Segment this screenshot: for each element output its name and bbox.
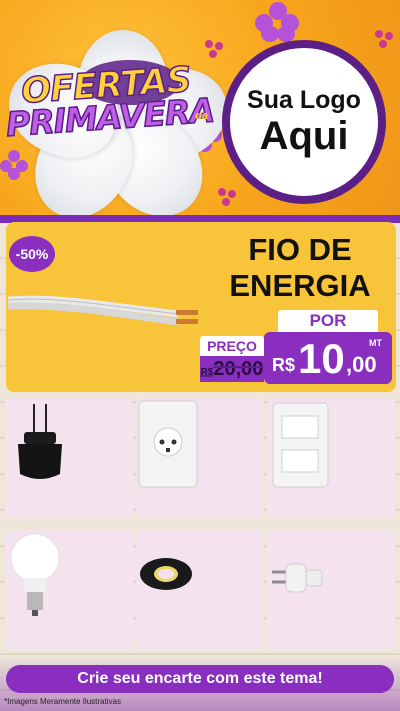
cta-button[interactable]: Crie seu encarte com este tema!	[6, 665, 394, 693]
cable-image	[8, 295, 198, 326]
lamp-socket-image	[18, 404, 62, 479]
featured-currency: R$	[272, 355, 296, 375]
switch-image	[272, 402, 329, 488]
tape-image	[140, 558, 192, 590]
outlet-image	[138, 400, 198, 488]
featured-preco-label: PREÇO	[200, 336, 264, 356]
featured-price-dec: ,00	[346, 352, 377, 377]
featured-price: R$ 10 ,00 MT	[264, 332, 392, 384]
featured-por-label: POR	[278, 310, 378, 332]
featured-old-currency: R$	[200, 367, 214, 378]
promo-title: OFERTAS PRIMAVERA da	[4, 59, 216, 144]
discount-badge: -50%	[9, 236, 55, 272]
flower-icon	[255, 2, 301, 42]
footer-disclaimer: *Imagens Meramente Ilustrativas	[4, 697, 121, 706]
logo-text-line1: Sua Logo	[247, 86, 361, 114]
featured-unit: MT	[369, 338, 382, 348]
plug-image	[272, 563, 323, 593]
logo-placeholder[interactable]: Sua Logo Aqui	[222, 40, 386, 204]
flower-icon	[218, 188, 238, 208]
featured-price-int: 10	[298, 335, 345, 382]
featured-old-price: R$20,00	[200, 356, 264, 382]
logo-text-line2: Aqui	[259, 114, 349, 158]
featured-product-name: FIO DE ENERGIA	[229, 232, 371, 303]
led-bulb-image	[10, 533, 60, 616]
header-banner: OFERTAS PRIMAVERA da Sua Logo Aqui	[0, 0, 400, 215]
promo-title-da: da	[195, 110, 208, 122]
featured-old-value: 20,00	[213, 358, 264, 380]
flower-icon	[375, 30, 395, 50]
